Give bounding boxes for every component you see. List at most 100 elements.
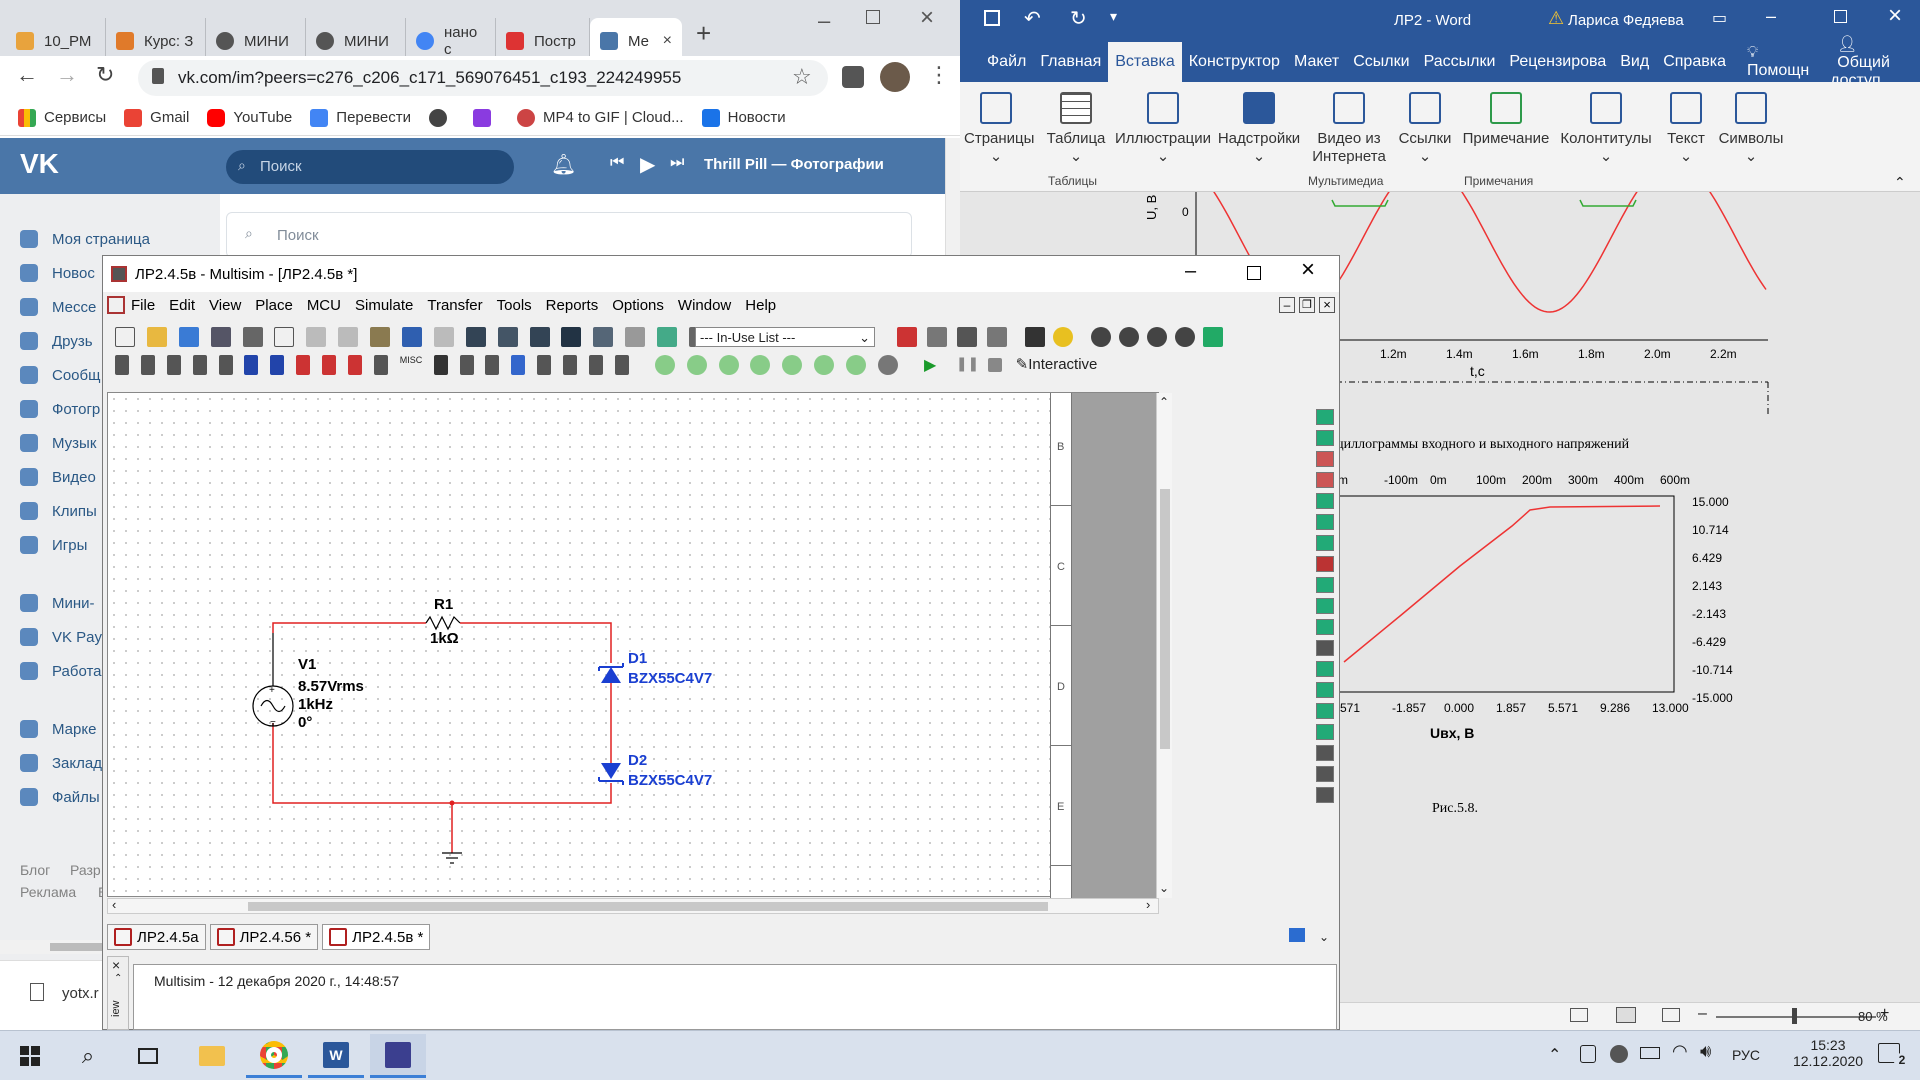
scroll-left-icon[interactable]: ‹ bbox=[112, 897, 116, 912]
menu-help[interactable]: Help bbox=[745, 297, 776, 314]
redo-icon[interactable] bbox=[433, 327, 454, 347]
instrument-icon[interactable] bbox=[1316, 493, 1334, 509]
ribbon-header-footer[interactable]: Колонтитулы ⌄ bbox=[1556, 86, 1656, 165]
save-icon[interactable] bbox=[210, 327, 231, 347]
star-icon[interactable]: ☆ bbox=[792, 64, 812, 90]
hierarchical-block-icon[interactable] bbox=[589, 355, 604, 375]
tab-help[interactable]: Справка bbox=[1656, 53, 1733, 71]
instrument-icon[interactable] bbox=[1316, 619, 1334, 635]
tray-security-icon[interactable] bbox=[1610, 1045, 1628, 1063]
undo-icon[interactable]: ↶ bbox=[1024, 6, 1041, 31]
open-samples-icon[interactable] bbox=[178, 327, 199, 347]
menu-window[interactable]: Window bbox=[678, 297, 731, 314]
volume-icon[interactable]: 🔊︎ bbox=[1700, 1041, 1711, 1062]
bookmark-translate[interactable]: Перевести bbox=[310, 108, 411, 127]
zoom-out-icon[interactable] bbox=[1119, 327, 1139, 347]
close-icon[interactable]: × bbox=[663, 32, 672, 50]
tab-insert[interactable]: Вставка bbox=[1108, 42, 1182, 82]
design-tab-2[interactable]: ЛР2.4.56 * bbox=[209, 924, 319, 950]
tray-app-icon[interactable] bbox=[1580, 1045, 1596, 1063]
instrument-icon[interactable] bbox=[1316, 766, 1334, 782]
maximize-icon[interactable] bbox=[1247, 266, 1261, 280]
ribbon-display-icon[interactable]: ▭ bbox=[1712, 8, 1727, 28]
vk-footer-blog[interactable]: Блог bbox=[20, 862, 50, 878]
probe-diff-icon[interactable] bbox=[750, 355, 771, 375]
maximize-icon[interactable] bbox=[1834, 10, 1847, 23]
instrument-icon[interactable] bbox=[1316, 577, 1334, 593]
battery-icon[interactable] bbox=[1640, 1047, 1660, 1059]
forward-icon[interactable]: → bbox=[56, 62, 78, 88]
bookmark-mp4gif[interactable]: MP4 to GIF | Cloud... bbox=[516, 108, 684, 127]
extensions-icon[interactable] bbox=[842, 66, 864, 88]
ribbon-table[interactable]: Таблица ⌄ bbox=[1040, 86, 1112, 165]
vk-nav-clips[interactable]: Клипы bbox=[20, 500, 97, 522]
search-icon[interactable]: ⌕ bbox=[60, 1034, 116, 1078]
transfer-icon[interactable] bbox=[987, 327, 1007, 347]
explorer-icon[interactable] bbox=[184, 1034, 240, 1078]
menu-mcu[interactable]: MCU bbox=[307, 297, 341, 314]
ground-symbol[interactable] bbox=[442, 852, 462, 864]
find-icon[interactable] bbox=[1025, 327, 1045, 347]
vk-nav-files[interactable]: Файлы bbox=[20, 786, 100, 808]
new-icon[interactable] bbox=[115, 327, 135, 347]
menu-simulate[interactable]: Simulate bbox=[355, 297, 413, 314]
zoom-fit-icon[interactable] bbox=[1175, 327, 1195, 347]
instrument-icon[interactable] bbox=[1316, 556, 1334, 572]
spreadsheet-icon[interactable] bbox=[497, 327, 518, 347]
scroll-up-icon[interactable]: ⌃ bbox=[114, 973, 122, 984]
menu-file[interactable]: File bbox=[131, 297, 155, 314]
scroll-down-icon[interactable]: ⌄ bbox=[1159, 881, 1169, 895]
print-preview-icon[interactable] bbox=[274, 327, 295, 347]
ribbon-addins[interactable]: Надстройки ⌄ bbox=[1214, 86, 1304, 165]
probe-voltage-icon[interactable] bbox=[654, 355, 675, 375]
menu-dots-icon[interactable]: ⋮ bbox=[928, 62, 950, 88]
instrument-icon[interactable] bbox=[1316, 661, 1334, 677]
v-scrollbar[interactable]: ⌃ ⌄ bbox=[1156, 393, 1172, 898]
web-layout-icon[interactable] bbox=[1662, 1008, 1680, 1022]
inuse-list-select[interactable]: --- In-Use List --- ⌄ bbox=[695, 327, 875, 347]
doc-close-icon[interactable]: × bbox=[1319, 297, 1335, 313]
help-icon[interactable] bbox=[1053, 327, 1073, 347]
resistor-r1[interactable] bbox=[425, 615, 461, 631]
vk-nav-games[interactable]: Игры bbox=[20, 534, 87, 556]
instrument-icon[interactable] bbox=[1316, 514, 1334, 530]
bookmark-app[interactable] bbox=[472, 108, 499, 127]
minimize-icon[interactable]: – bbox=[818, 8, 830, 34]
database-icon[interactable] bbox=[593, 327, 614, 347]
vk-logo[interactable]: VK bbox=[20, 148, 59, 180]
gear-icon[interactable] bbox=[878, 355, 899, 375]
zoom-level[interactable]: 80 % bbox=[1858, 1009, 1888, 1024]
multisim-taskbar-icon[interactable] bbox=[370, 1034, 426, 1078]
print-layout-icon[interactable] bbox=[1616, 1007, 1636, 1023]
analog-icon[interactable] bbox=[218, 355, 233, 375]
download-item[interactable]: yotx.r bbox=[62, 985, 99, 1002]
tab-references[interactable]: Ссылки bbox=[1346, 53, 1416, 71]
grapher-icon[interactable] bbox=[561, 327, 582, 347]
bookmark-services[interactable]: Сервисы bbox=[18, 108, 106, 127]
h-scrollbar-thumb[interactable] bbox=[248, 902, 1048, 911]
bell-icon[interactable]: 🔔︎ bbox=[551, 152, 576, 177]
menu-transfer[interactable]: Transfer bbox=[427, 297, 482, 314]
indicator-icon[interactable] bbox=[348, 355, 363, 375]
mixed-icon[interactable] bbox=[322, 355, 337, 375]
instrument-icon[interactable] bbox=[1316, 598, 1334, 614]
back-annotate-icon[interactable] bbox=[927, 327, 947, 347]
save-icon[interactable] bbox=[984, 10, 1000, 26]
vk-nav-photos[interactable]: Фотогр bbox=[20, 398, 100, 420]
paste-icon[interactable] bbox=[370, 327, 391, 347]
menu-options[interactable]: Options bbox=[612, 297, 664, 314]
misc-icon[interactable]: MISC bbox=[400, 355, 423, 375]
probe-ref-icon[interactable] bbox=[782, 355, 803, 375]
probe-current-icon[interactable] bbox=[686, 355, 707, 375]
run-icon[interactable]: ▶ bbox=[924, 355, 944, 375]
zoom-out-icon[interactable]: – bbox=[1698, 1005, 1707, 1023]
bookmark-gmail[interactable]: Gmail bbox=[124, 108, 189, 127]
read-mode-icon[interactable] bbox=[1570, 1008, 1588, 1022]
ribbon-comment[interactable]: Примечание bbox=[1456, 86, 1556, 147]
probe-power-icon[interactable] bbox=[718, 355, 739, 375]
fullscreen-icon[interactable] bbox=[1203, 327, 1223, 347]
back-icon[interactable]: ← bbox=[16, 62, 38, 88]
bus-icon[interactable] bbox=[614, 355, 629, 375]
ribbon-online-video[interactable]: Видео из Интернета bbox=[1306, 86, 1392, 166]
probe-digital-icon[interactable] bbox=[814, 355, 835, 375]
